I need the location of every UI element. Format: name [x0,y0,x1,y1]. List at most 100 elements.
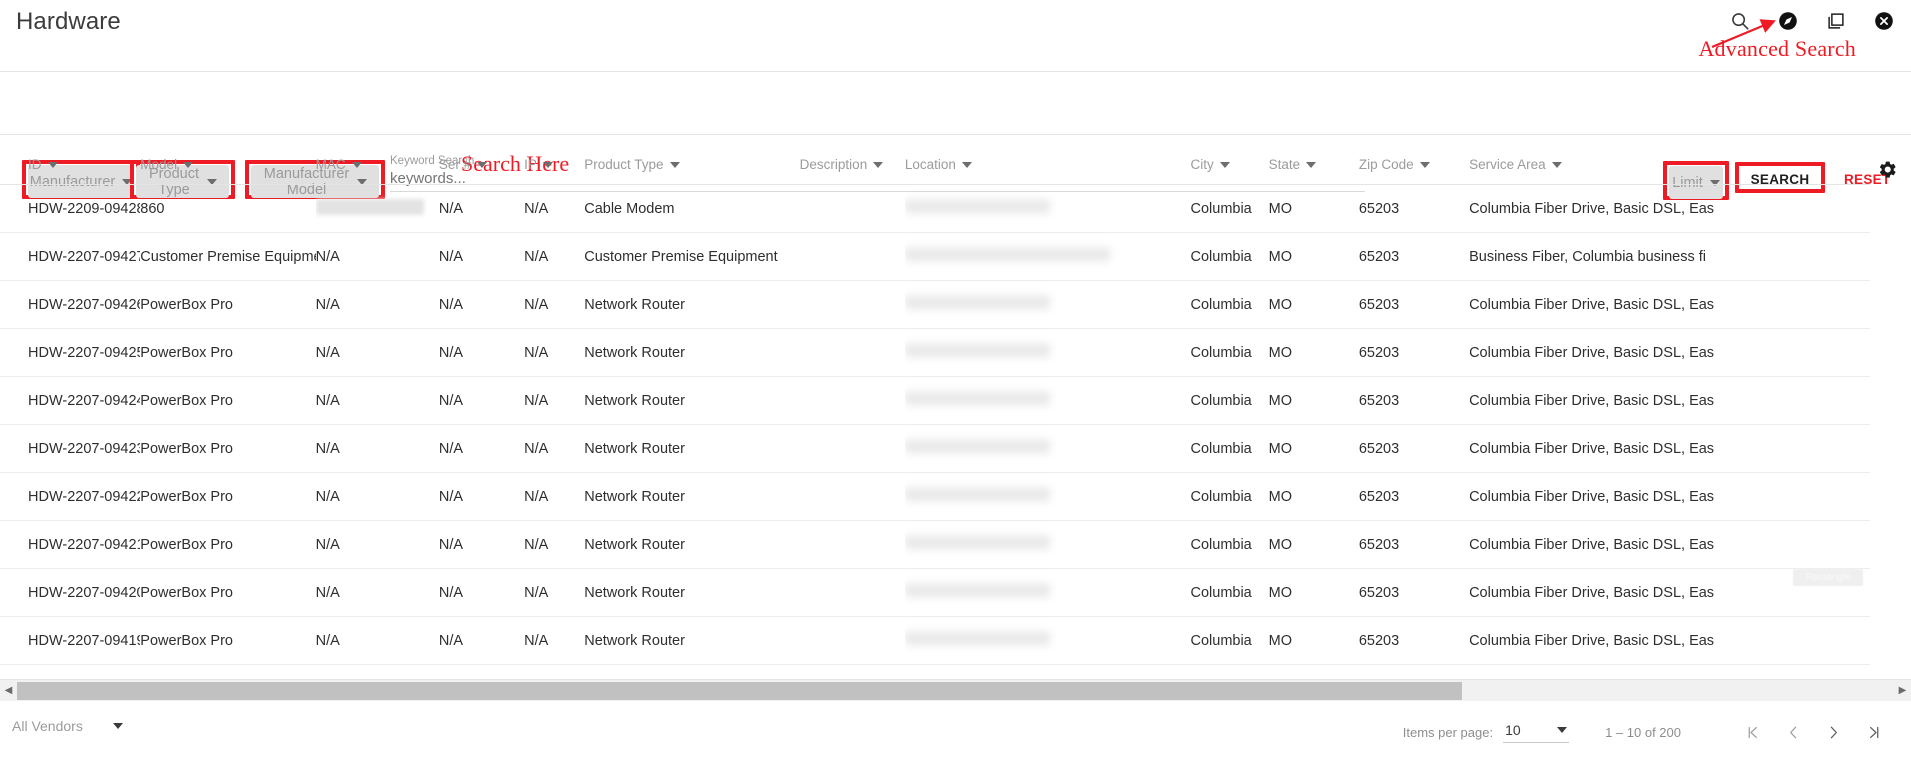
cell-zip: 65203 [1358,280,1470,329]
compass-explore-icon[interactable] [1775,8,1801,34]
scroll-left-arrow-icon[interactable]: ◀ [0,685,17,696]
column-header-ip[interactable]: IP [524,135,585,185]
cell-location [904,328,1191,377]
cell-description [799,520,905,569]
cell-description [799,424,905,473]
column-header-zip[interactable]: Zip Code [1358,135,1470,185]
cell-service-area: Business Fiber, Columbia business fi [1469,232,1870,281]
cell-product-type: Network Router [584,280,800,329]
table-row[interactable]: HDW-2207-09425 PowerBox Pro N/A N/A N/A Netwo… [0,328,1870,377]
column-header-mac[interactable]: MAC [315,135,439,185]
next-page-icon[interactable] [1813,715,1853,749]
column-header-state[interactable]: State [1268,135,1359,185]
column-header-city[interactable]: City [1190,135,1269,185]
last-page-icon[interactable] [1853,715,1893,749]
column-header-serial[interactable]: Ser # [438,135,525,185]
cell-model: PowerBox Pro [140,376,316,425]
table-row[interactable]: HDW-2207-09423 PowerBox Pro N/A N/A N/A Netwo… [0,424,1870,473]
page-title: Hardware [16,8,121,35]
cell-city: Columbia [1190,328,1269,377]
cell-description [799,376,905,425]
chevron-down-icon [112,723,123,729]
previous-page-icon[interactable] [1773,715,1813,749]
scrollbar-thumb[interactable] [17,681,1463,700]
cell-ip: N/A [524,376,585,425]
cell-model: PowerBox Pro [140,472,316,521]
horizontal-scrollbar[interactable]: ◀ ▶ [0,679,1911,702]
cell-model: PowerBox Pro [140,424,316,473]
table-row[interactable]: HDW-2209-09428 860 N/A N/A Cable Modem Columb… [0,184,1870,233]
cell-ip: N/A [524,280,585,329]
cell-serial: N/A [438,232,525,281]
cell-product-type: Network Router [584,376,800,425]
cell-product-type: Network Router [584,472,800,521]
redacted-location-value [904,199,1050,214]
gear-icon[interactable] [1877,159,1898,183]
redacted-location-value [904,343,1050,358]
chevron-down-icon [1306,161,1317,168]
items-per-page-select[interactable]: 10 [1503,721,1570,743]
cell-ip: N/A [524,232,585,281]
cell-id: HDW-2207-09422 [0,472,141,521]
column-header-product-type[interactable]: Product Type [584,135,800,185]
chevron-down-icon [1551,161,1562,168]
column-header-model[interactable]: Model [140,135,316,185]
table-row[interactable]: HDW-2207-09421 PowerBox Pro N/A N/A N/A Netwo… [0,520,1870,569]
cell-model: PowerBox Pro [140,616,316,665]
column-header-location[interactable]: Location [904,135,1191,185]
footer-bar: All Vendors Items per page: 10 1 – 10 of… [0,701,1911,757]
cell-description [799,568,905,617]
table-row[interactable]: HDW-2207-09427 Customer Premise Equipment… [0,232,1870,281]
table-row[interactable]: HDW-2207-09420 PowerBox Pro N/A N/A N/A Netwo… [0,568,1870,617]
column-label-service-area: Service Area [1469,157,1546,172]
cell-state: MO [1268,328,1359,377]
chevron-down-icon [47,161,58,168]
cell-model: PowerBox Pro [140,280,316,329]
cell-state: MO [1268,520,1359,569]
cell-id: HDW-2207-09426 [0,280,141,329]
cell-id: HDW-2207-09420 [0,568,141,617]
column-label-state: State [1268,157,1301,172]
table-row[interactable]: HDW-2207-09419 PowerBox Pro N/A N/A N/A Netwo… [0,616,1870,665]
vendor-filter-dropdown[interactable]: All Vendors [12,718,123,734]
filter-bar: Manufacturer Product Type Manufacturer M… [0,72,1911,200]
cell-zip: 65203 [1358,328,1470,377]
redacted-location-value [904,391,1050,406]
scrollbar-track[interactable] [17,679,1894,702]
scroll-right-arrow-icon[interactable]: ▶ [1894,685,1911,696]
cell-location [904,376,1191,425]
table-header: ID Model MAC Ser # IP Product Type Descr… [0,135,1870,185]
cell-description [799,328,905,377]
cell-city: Columbia [1190,568,1269,617]
table-row[interactable]: HDW-2207-09424 PowerBox Pro N/A N/A N/A Netwo… [0,376,1870,425]
column-header-id[interactable]: ID [0,135,141,185]
paginator: Items per page: 10 1 – 10 of 200 [1403,715,1893,749]
cell-description [799,472,905,521]
column-label-zip: Zip Code [1358,157,1414,172]
search-icon[interactable] [1727,8,1753,34]
cell-serial: N/A [438,568,525,617]
column-header-service-area[interactable]: Service Area [1469,135,1870,185]
cell-mac: N/A [315,568,439,617]
page-range-label: 1 – 10 of 200 [1605,724,1681,740]
items-per-page-value: 10 [1505,721,1521,738]
duplicate-window-icon[interactable] [1823,8,1849,34]
close-circle-icon[interactable] [1871,8,1897,34]
cell-zip: 65203 [1358,616,1470,665]
redacted-location-value [904,487,1050,502]
first-page-icon[interactable] [1733,715,1773,749]
redacted-location-value [904,583,1050,598]
cell-serial: N/A [438,184,525,233]
column-header-description[interactable]: Description [799,135,905,185]
cell-serial: N/A [438,520,525,569]
table-row[interactable]: HDW-2207-09426 PowerBox Pro N/A N/A N/A Netwo… [0,280,1870,329]
cell-mac: N/A [315,376,439,425]
cell-mac: N/A [315,424,439,473]
cell-zip: 65203 [1358,424,1470,473]
table-row[interactable]: HDW-2207-09422 PowerBox Pro N/A N/A N/A Netwo… [0,472,1870,521]
cell-ip: N/A [524,616,585,665]
cell-serial: N/A [438,280,525,329]
cell-id: HDW-2207-09425 [0,328,141,377]
cell-city: Columbia [1190,280,1269,329]
table-body: HDW-2209-09428 860 N/A N/A Cable Modem Columb… [0,184,1870,665]
